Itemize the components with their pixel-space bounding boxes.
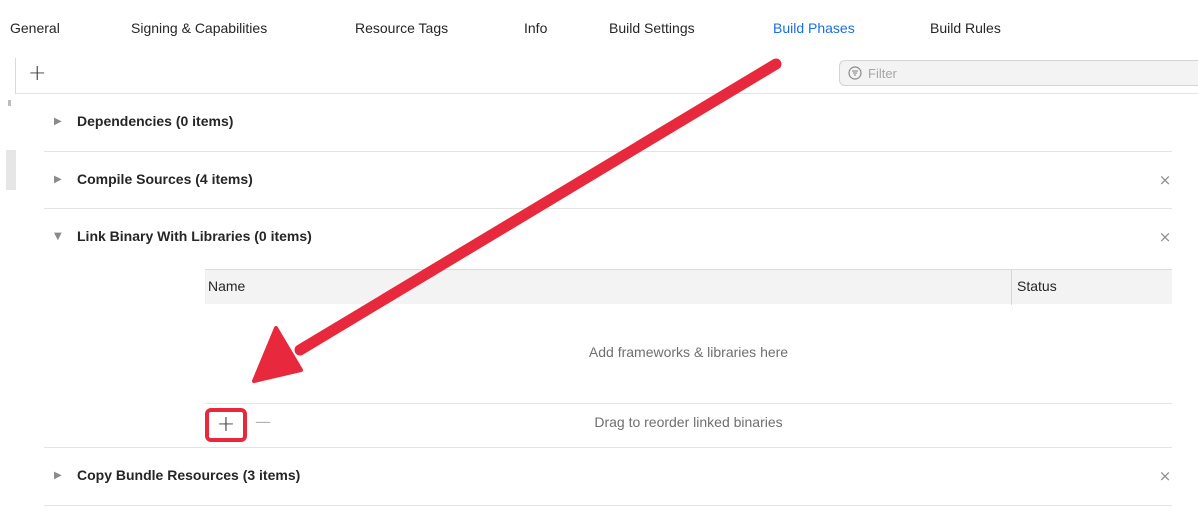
gutter-marker (6, 150, 16, 190)
empty-table-message: Add frameworks & libraries here (588, 344, 789, 360)
tab-build-phases[interactable]: Build Phases (773, 18, 855, 38)
phase-copy-bundle-resources: ▶ Copy Bundle Resources (3 items) × (44, 448, 1172, 506)
phase-dependencies: ▶ Dependencies (0 items) (44, 94, 1172, 152)
phase-link-binary: ▼ Link Binary With Libraries (0 items) ×… (44, 209, 1172, 448)
phase-header[interactable]: ▼ Link Binary With Libraries (0 items) × (44, 209, 1172, 265)
filter-field[interactable] (839, 60, 1198, 86)
tab-signing-capabilities[interactable]: Signing & Capabilities (131, 18, 267, 38)
table-header: Name Status (205, 269, 1172, 305)
remove-library-button[interactable]: — (254, 412, 272, 432)
editor-tab-bar: General Signing & Capabilities Resource … (0, 0, 1198, 58)
disclosure-triangle-icon[interactable]: ▶ (54, 116, 66, 128)
tab-build-settings[interactable]: Build Settings (609, 18, 695, 38)
phase-header[interactable]: ▶ Compile Sources (4 items) × (44, 152, 1172, 208)
tab-build-rules[interactable]: Build Rules (930, 18, 1001, 38)
disclosure-triangle-icon[interactable]: ▶ (54, 470, 66, 482)
phase-title: Dependencies (0 items) (77, 113, 234, 129)
column-divider[interactable] (1011, 270, 1012, 305)
tab-info[interactable]: Info (524, 18, 547, 38)
phase-compile-sources: ▶ Compile Sources (4 items) × (44, 152, 1172, 209)
reorder-hint: Drag to reorder linked binaries (594, 414, 783, 430)
add-library-button[interactable]: + (205, 408, 247, 442)
linked-libraries-table: Name Status Add frameworks & libraries h… (205, 269, 1172, 442)
disclosure-triangle-icon[interactable]: ▶ (54, 174, 66, 186)
tab-general[interactable]: General (10, 18, 60, 38)
column-header-status[interactable]: Status (1017, 278, 1057, 294)
column-header-name[interactable]: Name (208, 278, 245, 294)
phase-title: Compile Sources (4 items) (77, 171, 253, 187)
add-phase-button[interactable]: + (28, 62, 50, 86)
build-phases-editor: General Signing & Capabilities Resource … (0, 0, 1198, 519)
filter-input[interactable] (868, 63, 1168, 83)
phase-header[interactable]: ▶ Dependencies (0 items) (44, 94, 1172, 150)
phase-title: Copy Bundle Resources (3 items) (77, 467, 301, 483)
remove-phase-icon[interactable]: × (1158, 227, 1172, 247)
phases-toolbar: + (15, 58, 1198, 94)
gutter-tick (8, 100, 11, 106)
disclosure-triangle-icon[interactable]: ▼ (54, 231, 66, 243)
table-footer: Drag to reorder linked binaries + — (205, 403, 1172, 450)
remove-phase-icon[interactable]: × (1158, 170, 1172, 190)
tab-resource-tags[interactable]: Resource Tags (355, 18, 448, 38)
filter-icon (848, 66, 862, 80)
plus-icon: + (216, 412, 236, 437)
phase-header[interactable]: ▶ Copy Bundle Resources (3 items) × (44, 448, 1172, 504)
remove-phase-icon[interactable]: × (1158, 466, 1172, 486)
phase-title: Link Binary With Libraries (0 items) (77, 228, 312, 244)
